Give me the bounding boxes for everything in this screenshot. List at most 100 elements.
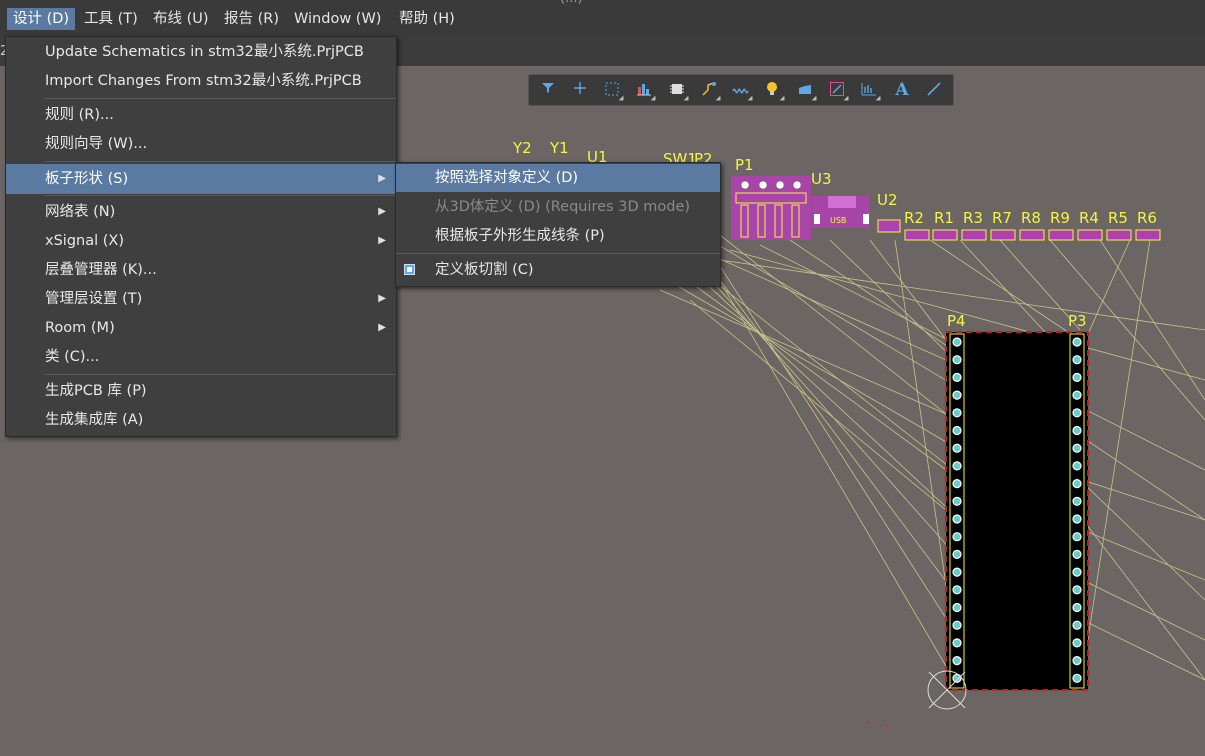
menu-item-label: Room (M) — [45, 320, 115, 336]
header-pin — [1072, 408, 1082, 418]
menu-item-manage-layer-sets[interactable]: 管理层设置 (T) ▶ — [6, 285, 396, 313]
submenu-arrow-icon: ▶ — [378, 235, 386, 246]
menu-item-import-changes[interactable]: Import Changes From stm32最小系统.PrjPCB — [6, 67, 396, 95]
menu-separator — [45, 161, 396, 162]
menu-item-label: 规则 (R)... — [45, 107, 114, 123]
menu-separator — [45, 374, 396, 375]
menu-bar: (...) 设计 (D) 工具 (T) 布线 (U) 报告 (R) Window… — [0, 0, 1205, 36]
submenu-item-define-board-cutout[interactable]: 定义板切割 (C) — [396, 256, 720, 284]
menu-window[interactable]: Window (W) — [288, 8, 387, 30]
menu-item-label: 规则向导 (W)... — [45, 136, 148, 152]
label-r2: R2 — [904, 209, 924, 227]
menu-reports[interactable]: 报告 (R) — [218, 8, 285, 30]
header-pin — [1072, 673, 1082, 683]
menu-item-label: 管理层设置 (T) — [45, 291, 143, 307]
menu-item-label: 根据板子外形生成线条 (P) — [435, 228, 605, 244]
submenu-arrow-icon: ▶ — [378, 173, 386, 184]
menu-item-classes[interactable]: 类 (C)... — [6, 343, 396, 371]
header-pin — [952, 443, 962, 453]
menu-item-label: 生成PCB 库 (P) — [45, 383, 147, 399]
submenu-arrow-icon: ▶ — [378, 293, 386, 304]
label-r3: R3 — [963, 209, 983, 227]
header-pin — [1072, 496, 1082, 506]
line-icon[interactable] — [923, 80, 945, 100]
header-pin — [952, 479, 962, 489]
menu-item-rules[interactable]: 规则 (R)... — [6, 101, 396, 129]
label-r6: R6 — [1137, 209, 1157, 227]
menu-design[interactable]: 设计 (D) — [7, 8, 76, 30]
header-pin — [1072, 443, 1082, 453]
select-rect-icon[interactable] — [601, 80, 624, 101]
menu-help[interactable]: 帮助 (H) — [393, 8, 461, 30]
resistor-row — [904, 229, 1161, 241]
menu-item-label: 板子形状 (S) — [45, 171, 129, 187]
menu-separator — [45, 98, 396, 99]
menu-item-make-pcb-library[interactable]: 生成PCB 库 (P) — [6, 377, 396, 405]
menu-separator — [396, 253, 720, 254]
menu-item-room[interactable]: Room (M) ▶ — [6, 314, 396, 342]
header-pin — [952, 390, 962, 400]
menu-item-layer-stack-manager[interactable]: 层叠管理器 (K)... — [6, 256, 396, 284]
menu-item-rules-wizard[interactable]: 规则向导 (W)... — [6, 130, 396, 158]
net-color-icon[interactable] — [762, 80, 785, 101]
header-pin — [952, 355, 962, 365]
header-pin — [952, 514, 962, 524]
stray-dot — [885, 724, 889, 728]
window-title-fragment: (...) — [560, 0, 583, 6]
interactive-tune-icon[interactable] — [730, 80, 753, 101]
board-cutout-icon — [404, 264, 415, 275]
label-r5: R5 — [1108, 209, 1128, 227]
menu-item-make-integrated-library[interactable]: 生成集成库 (A) — [6, 406, 396, 434]
filter-icon[interactable] — [537, 80, 559, 100]
label-p3: P3 — [1068, 312, 1087, 330]
chart-icon[interactable] — [858, 80, 881, 101]
menu-route[interactable]: 布线 (U) — [147, 8, 215, 30]
header-pin — [952, 461, 962, 471]
component-icon[interactable] — [666, 80, 689, 101]
menu-item-label: 层叠管理器 (K)... — [45, 262, 157, 278]
board-shape-submenu: 按照选择对象定义 (D) 从3D体定义 (D) (Requires 3D mod… — [395, 162, 721, 287]
menu-item-label: xSignal (X) — [45, 233, 124, 249]
header-pin — [952, 602, 962, 613]
header-pin — [1072, 549, 1082, 560]
header-pin — [1072, 425, 1082, 436]
header-pin — [1072, 620, 1082, 630]
route-icon[interactable] — [698, 80, 721, 101]
text-icon[interactable]: A — [891, 80, 913, 100]
polygon-icon[interactable] — [794, 80, 817, 101]
cross-icon[interactable] — [569, 80, 591, 100]
design-menu: Update Schematics in stm32最小系统.PrjPCB Im… — [5, 36, 397, 437]
submenu-item-define-from-selection[interactable]: 按照选择对象定义 (D) — [396, 164, 720, 192]
label-r9: R9 — [1050, 209, 1070, 227]
header-pin — [952, 655, 962, 666]
menu-item-board-shape[interactable]: 板子形状 (S) ▶ — [6, 164, 396, 194]
header-pin — [1072, 532, 1082, 542]
header-pin — [952, 638, 962, 648]
usb-label: USB — [830, 216, 846, 225]
header-pin — [952, 567, 962, 577]
label-p1: P1 — [735, 156, 754, 174]
menu-item-label: Import Changes From stm32最小系统.PrjPCB — [45, 73, 362, 89]
header-pin — [1072, 355, 1082, 365]
menu-item-label: Update Schematics in stm32最小系统.PrjPCB — [45, 44, 364, 60]
header-pin — [1072, 514, 1082, 524]
stray-dot — [866, 720, 870, 724]
header-pin — [952, 337, 962, 347]
menu-tools[interactable]: 工具 (T) — [78, 8, 144, 30]
header-pin — [1072, 602, 1082, 613]
header-pin — [952, 620, 962, 630]
menu-item-update-schematics[interactable]: Update Schematics in stm32最小系统.PrjPCB — [6, 38, 396, 66]
menu-item-xsignal[interactable]: xSignal (X) ▶ — [6, 227, 396, 255]
menu-item-netlist[interactable]: 网络表 (N) ▶ — [6, 198, 396, 226]
submenu-item-create-primitives[interactable]: 根据板子外形生成线条 (P) — [396, 222, 720, 250]
component-u3: USB — [812, 196, 870, 228]
header-pin — [952, 549, 962, 560]
menu-item-label: 类 (C)... — [45, 349, 100, 365]
header-pin — [1072, 461, 1082, 471]
header-pin — [1072, 567, 1082, 577]
menu-item-label: 生成集成库 (A) — [45, 412, 144, 428]
align-icon[interactable] — [633, 80, 656, 101]
submenu-item-define-from-3d: 从3D体定义 (D) (Requires 3D mode) — [396, 193, 720, 221]
diff-pair-icon[interactable] — [826, 80, 849, 101]
label-r7: R7 — [992, 209, 1012, 227]
